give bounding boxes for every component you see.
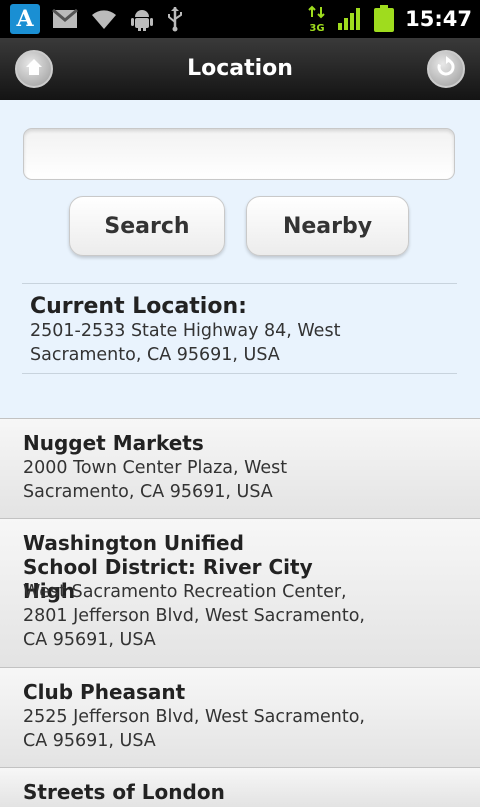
list-item-address: 2525 Jefferson Blvd, West Sacramento, CA…: [23, 707, 365, 751]
list-item[interactable]: Club Pheasant 2525 Jefferson Blvd, West …: [0, 667, 480, 767]
list-item-name: Nugget Markets: [23, 431, 204, 455]
list-item-address: West Sacramento Recreation Center, 2801 …: [23, 582, 365, 650]
list-item[interactable]: Nugget Markets 2000 Town Center Plaza, W…: [0, 418, 480, 518]
wifi-icon: [90, 8, 118, 30]
search-input[interactable]: [23, 128, 455, 180]
clock: 15:47: [405, 7, 472, 31]
android-debug-icon: [130, 7, 154, 31]
list-item-name: Streets of London: [23, 780, 225, 804]
usb-icon: [166, 6, 184, 32]
page-title: Location: [187, 56, 293, 81]
refresh-icon: [435, 56, 457, 82]
list-item[interactable]: Streets of London: [0, 767, 480, 807]
system-icons: 3G 15:47: [307, 5, 472, 33]
list-item-address: 2000 Town Center Plaza, West Sacramento,…: [23, 458, 288, 502]
search-panel: Search Nearby Current Location: 2501-253…: [0, 100, 480, 418]
list-item[interactable]: Washington Unified School District: Rive…: [0, 518, 480, 667]
battery-icon: [373, 5, 395, 33]
status-bar: A 3G 15:47: [0, 0, 480, 38]
refresh-button[interactable]: [427, 50, 465, 88]
current-location-address: 2501-2533 State Highway 84, West Sacrame…: [30, 321, 341, 365]
current-location-title: Current Location:: [30, 294, 247, 319]
current-location: Current Location: 2501-2533 State Highwa…: [22, 283, 457, 374]
gmail-icon: [52, 9, 78, 29]
network-type-label: 3G: [310, 23, 325, 33]
notification-icons: A: [10, 4, 184, 34]
search-button[interactable]: Search: [69, 196, 225, 256]
title-bar: Location: [0, 38, 480, 101]
data-arrows-icon: 3G: [307, 5, 327, 33]
nearby-button[interactable]: Nearby: [246, 196, 409, 256]
results-list: Nugget Markets 2000 Town Center Plaza, W…: [0, 418, 480, 807]
signal-icon: [337, 7, 363, 31]
app-icon: A: [10, 4, 40, 34]
list-item-name: Club Pheasant: [23, 680, 186, 704]
